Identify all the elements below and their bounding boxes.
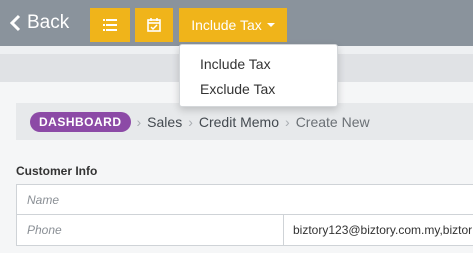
chevron-left-icon <box>10 14 21 32</box>
chevron-right-icon: › <box>136 113 142 130</box>
list-icon <box>103 19 117 31</box>
field-divider <box>283 215 284 245</box>
list-view-button[interactable] <box>90 8 130 42</box>
breadcrumb: DASHBOARD › Sales › Credit Memo › Create… <box>16 103 473 140</box>
phone-email-row: Phone biztory123@biztory.com.my,biztor <box>17 215 473 245</box>
calendar-check-icon <box>147 18 161 32</box>
back-button[interactable]: Back <box>10 10 69 36</box>
tax-mode-dropdown-menu: Include Tax Exclude Tax <box>179 44 338 107</box>
tax-mode-label: Include Tax <box>191 17 262 33</box>
email-field[interactable]: biztory123@biztory.com.my,biztor <box>293 223 472 237</box>
chevron-right-icon: › <box>285 113 290 130</box>
customer-info-form: Name Phone biztory123@biztory.com.my,biz… <box>16 184 473 246</box>
customer-info-title: Customer Info <box>16 164 98 178</box>
name-placeholder: Name <box>27 193 60 207</box>
back-label: Back <box>27 12 70 33</box>
caret-down-icon <box>266 23 275 27</box>
breadcrumb-credit-memo[interactable]: Credit Memo <box>199 114 279 130</box>
breadcrumb-create-new: Create New <box>295 113 370 130</box>
menu-item-exclude-tax[interactable]: Exclude Tax <box>200 81 275 97</box>
breadcrumb-dashboard[interactable]: DASHBOARD <box>30 111 131 132</box>
phone-placeholder: Phone <box>27 223 62 237</box>
menu-item-include-tax[interactable]: Include Tax <box>200 56 271 72</box>
top-toolbar: Back Include Tax <box>0 0 473 46</box>
breadcrumb-sales[interactable]: Sales <box>147 114 182 130</box>
phone-field[interactable]: Phone <box>17 215 283 245</box>
calendar-button[interactable] <box>135 8 173 42</box>
name-field[interactable]: Name <box>17 185 473 215</box>
chevron-right-icon: › <box>188 113 193 130</box>
tax-mode-dropdown-button[interactable]: Include Tax <box>179 8 287 42</box>
